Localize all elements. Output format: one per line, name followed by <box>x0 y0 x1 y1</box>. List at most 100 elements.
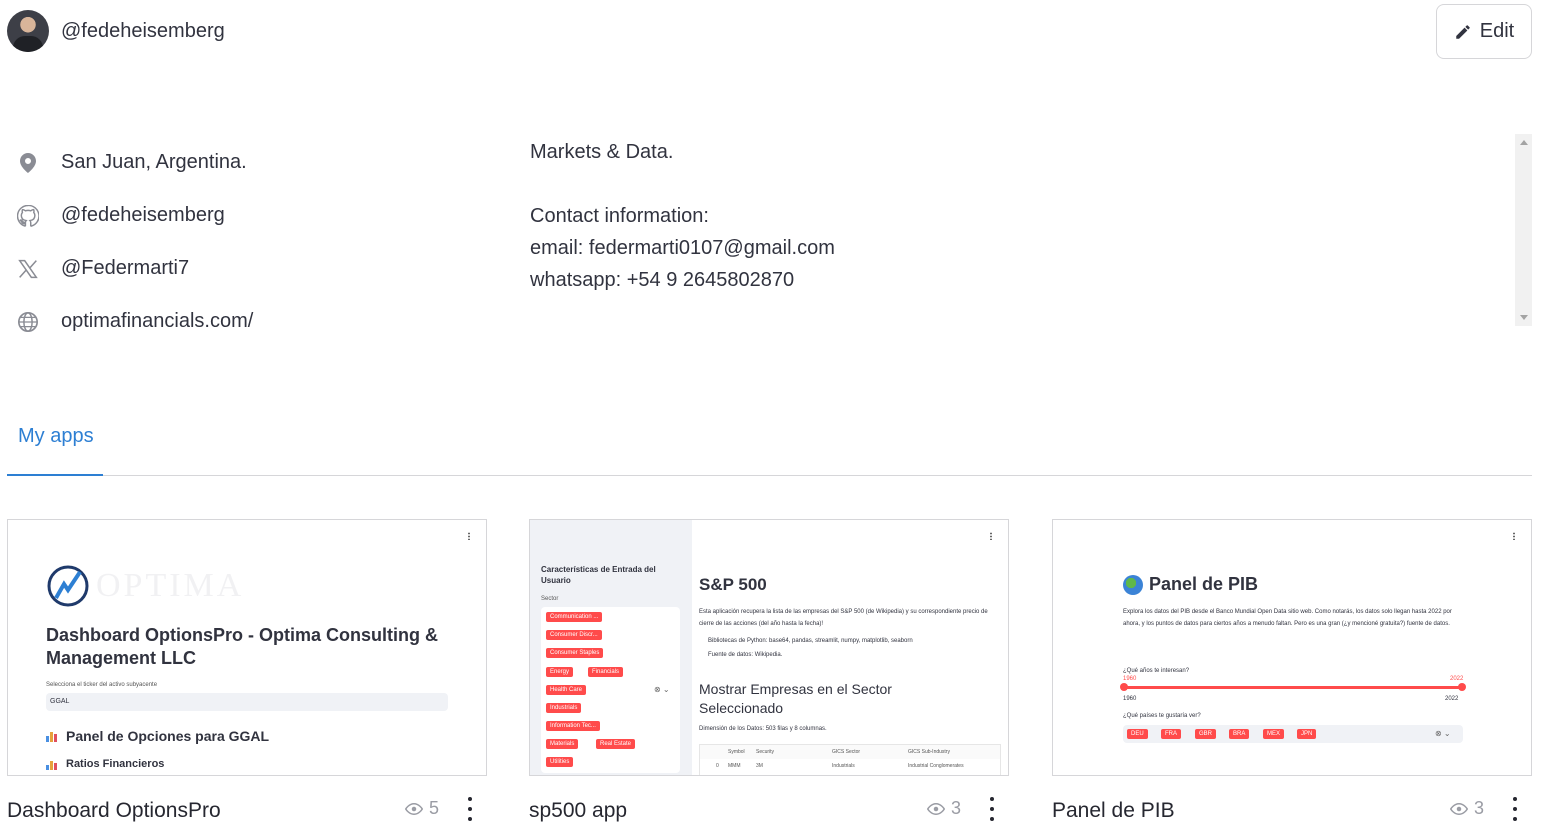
view-count: 5 <box>404 798 439 819</box>
table-cell: Industrial Conglomerates <box>908 763 964 769</box>
sector-chip: Communication ... <box>546 612 603 622</box>
bio-line: email: federmarti0107@gmail.com <box>530 237 835 259</box>
optima-logo: OPTIMA <box>46 564 244 608</box>
eye-icon <box>404 802 423 815</box>
country-chip: MEX <box>1263 729 1285 739</box>
location-text: San Juan, Argentina. <box>61 151 247 173</box>
avatar <box>7 10 49 52</box>
website-link[interactable]: optimafinancials.com/ <box>61 310 253 333</box>
github-row[interactable]: @fedeheisemberg <box>16 189 253 242</box>
sector-chip: Materials <box>546 739 579 749</box>
sector-chip: Financials <box>588 667 624 677</box>
preview-menu-icon <box>468 532 470 540</box>
sector-chip: Real Estate <box>596 739 636 749</box>
preview-table: Symbol Security GICS Sector GICS Sub-Ind… <box>699 744 1001 775</box>
table-header-row: Symbol Security GICS Sector GICS Sub-Ind… <box>700 745 1000 759</box>
preview-subheading-2: Ratios Financieros <box>46 758 164 770</box>
table-header: GICS Sub-Industry <box>908 749 950 755</box>
slider-max-label: 2022 <box>1445 696 1459 702</box>
optima-logo-mark <box>47 565 89 607</box>
slider-min-label: 1960 <box>1123 696 1137 702</box>
edit-profile-button[interactable]: Edit <box>1436 4 1532 59</box>
x-logo-icon <box>16 257 40 281</box>
profile-username: @fedeheisemberg <box>61 19 225 42</box>
app-menu-button[interactable] <box>467 797 473 821</box>
table-cell: Industrials <box>832 763 855 769</box>
tab-my-apps[interactable]: My apps <box>18 425 94 448</box>
multiselect-controls-icon: ⊗ ⌄ <box>654 685 670 694</box>
country-chip: GBR <box>1195 729 1217 739</box>
sector-chip: Consumer Discr... <box>546 630 602 640</box>
country-chip: BRA <box>1229 729 1250 739</box>
preview-bullet: Bibliotecas de Python: base64, pandas, s… <box>708 638 913 644</box>
earth-globe-icon <box>1123 574 1143 595</box>
preview-dimensions: Dimensión de los Datos: 503 filas y 8 co… <box>699 726 827 732</box>
profile-info-list: San Juan, Argentina. @fedeheisemberg @Fe… <box>16 136 253 348</box>
globe-icon <box>16 310 40 334</box>
github-link[interactable]: @fedeheisemberg <box>61 204 225 227</box>
bio-line: Contact information: <box>530 205 709 227</box>
view-count: 3 <box>1449 798 1484 819</box>
preview-ticker-input: GGAL <box>46 693 448 711</box>
location-row: San Juan, Argentina. <box>16 136 253 189</box>
app-menu-button[interactable] <box>1512 797 1518 821</box>
x-link[interactable]: @Federmarti7 <box>61 257 189 280</box>
preview-menu-icon <box>1513 532 1515 540</box>
bio-scrollbar[interactable] <box>1515 134 1532 326</box>
sector-chip: Health Care <box>546 685 587 695</box>
bio-line <box>530 168 1532 200</box>
profile-header: @fedeheisemberg <box>7 10 225 52</box>
x-row[interactable]: @Federmarti7 <box>16 242 253 295</box>
preview-subheading-2-text: Ratios Financieros <box>66 758 165 770</box>
bio-line: whatsapp: +54 9 2645802870 <box>530 269 795 291</box>
app-card-thumbnail[interactable]: Panel de PIB Explora los datos del PIB d… <box>1052 519 1532 776</box>
app-card-thumbnail[interactable]: Características de Entrada del Usuario S… <box>529 519 1009 776</box>
slider-start-value: 1960 <box>1123 676 1137 682</box>
preview-title: Dashboard OptionsPro - Optima Consulting… <box>46 625 439 668</box>
table-header: Security <box>756 749 775 755</box>
logo-wordmark: OPTIMA <box>96 567 245 604</box>
scroll-up-icon[interactable] <box>1520 140 1528 145</box>
table-cell: 3M <box>756 763 763 769</box>
app-card-footer: Dashboard OptionsPro 5 <box>7 795 487 825</box>
table-header: Symbol <box>728 749 745 755</box>
country-chip: JPN <box>1297 729 1317 739</box>
app-menu-button[interactable] <box>989 797 995 821</box>
preview-title-text: Panel de PIB <box>1149 574 1259 594</box>
preview-year-slider <box>1120 683 1466 691</box>
profile-bio: Markets & Data. Contact information: ema… <box>530 136 1532 326</box>
pencil-icon <box>1456 24 1470 39</box>
bar-chart-icon <box>46 758 60 770</box>
slider-end-value: 2022 <box>1450 676 1464 682</box>
edit-label: Edit <box>1479 20 1515 42</box>
github-icon <box>16 204 40 228</box>
preview-subheading-text: Panel de Opciones para GGAL <box>66 728 270 744</box>
app-card-thumbnail[interactable]: OPTIMA Dashboard OptionsPro - Optima Con… <box>7 519 487 776</box>
app-title[interactable]: Dashboard OptionsPro <box>7 799 221 823</box>
preview-title: Panel de PIB <box>1123 574 1258 595</box>
tab-divider <box>7 475 1532 476</box>
table-cell: MMM <box>728 763 741 769</box>
preview-slider-label: ¿Qué años te interesan? <box>1123 668 1190 674</box>
country-chip: FRA <box>1161 729 1181 739</box>
eye-icon <box>1449 802 1468 815</box>
preview-multiselect-label: ¿Qué países te gustaría ver? <box>1123 713 1201 719</box>
app-card-footer: sp500 app 3 <box>529 795 1009 825</box>
tab-active-indicator <box>7 474 103 476</box>
view-count-value: 3 <box>1473 798 1484 818</box>
view-count-value: 3 <box>950 798 961 818</box>
preview-intro: Explora los datos del PIB desde el Banco… <box>1123 609 1452 627</box>
preview-menu-icon <box>990 532 992 540</box>
scroll-down-icon[interactable] <box>1520 315 1528 320</box>
app-title[interactable]: Panel de PIB <box>1052 799 1175 823</box>
app-title[interactable]: sp500 app <box>529 799 627 823</box>
eye-icon <box>926 802 945 815</box>
preview-bullet: Fuente de datos: Wikipedia. <box>708 652 783 658</box>
preview-intro: Esta aplicación recupera la lista de las… <box>699 609 988 627</box>
country-chip: DEU <box>1127 729 1148 739</box>
view-count: 3 <box>926 798 961 819</box>
preview-sidebar-title: Características de Entrada del Usuario <box>541 565 656 585</box>
table-header: GICS Sector <box>832 749 861 755</box>
website-row[interactable]: optimafinancials.com/ <box>16 295 253 348</box>
preview-title: S&P 500 <box>699 575 767 594</box>
